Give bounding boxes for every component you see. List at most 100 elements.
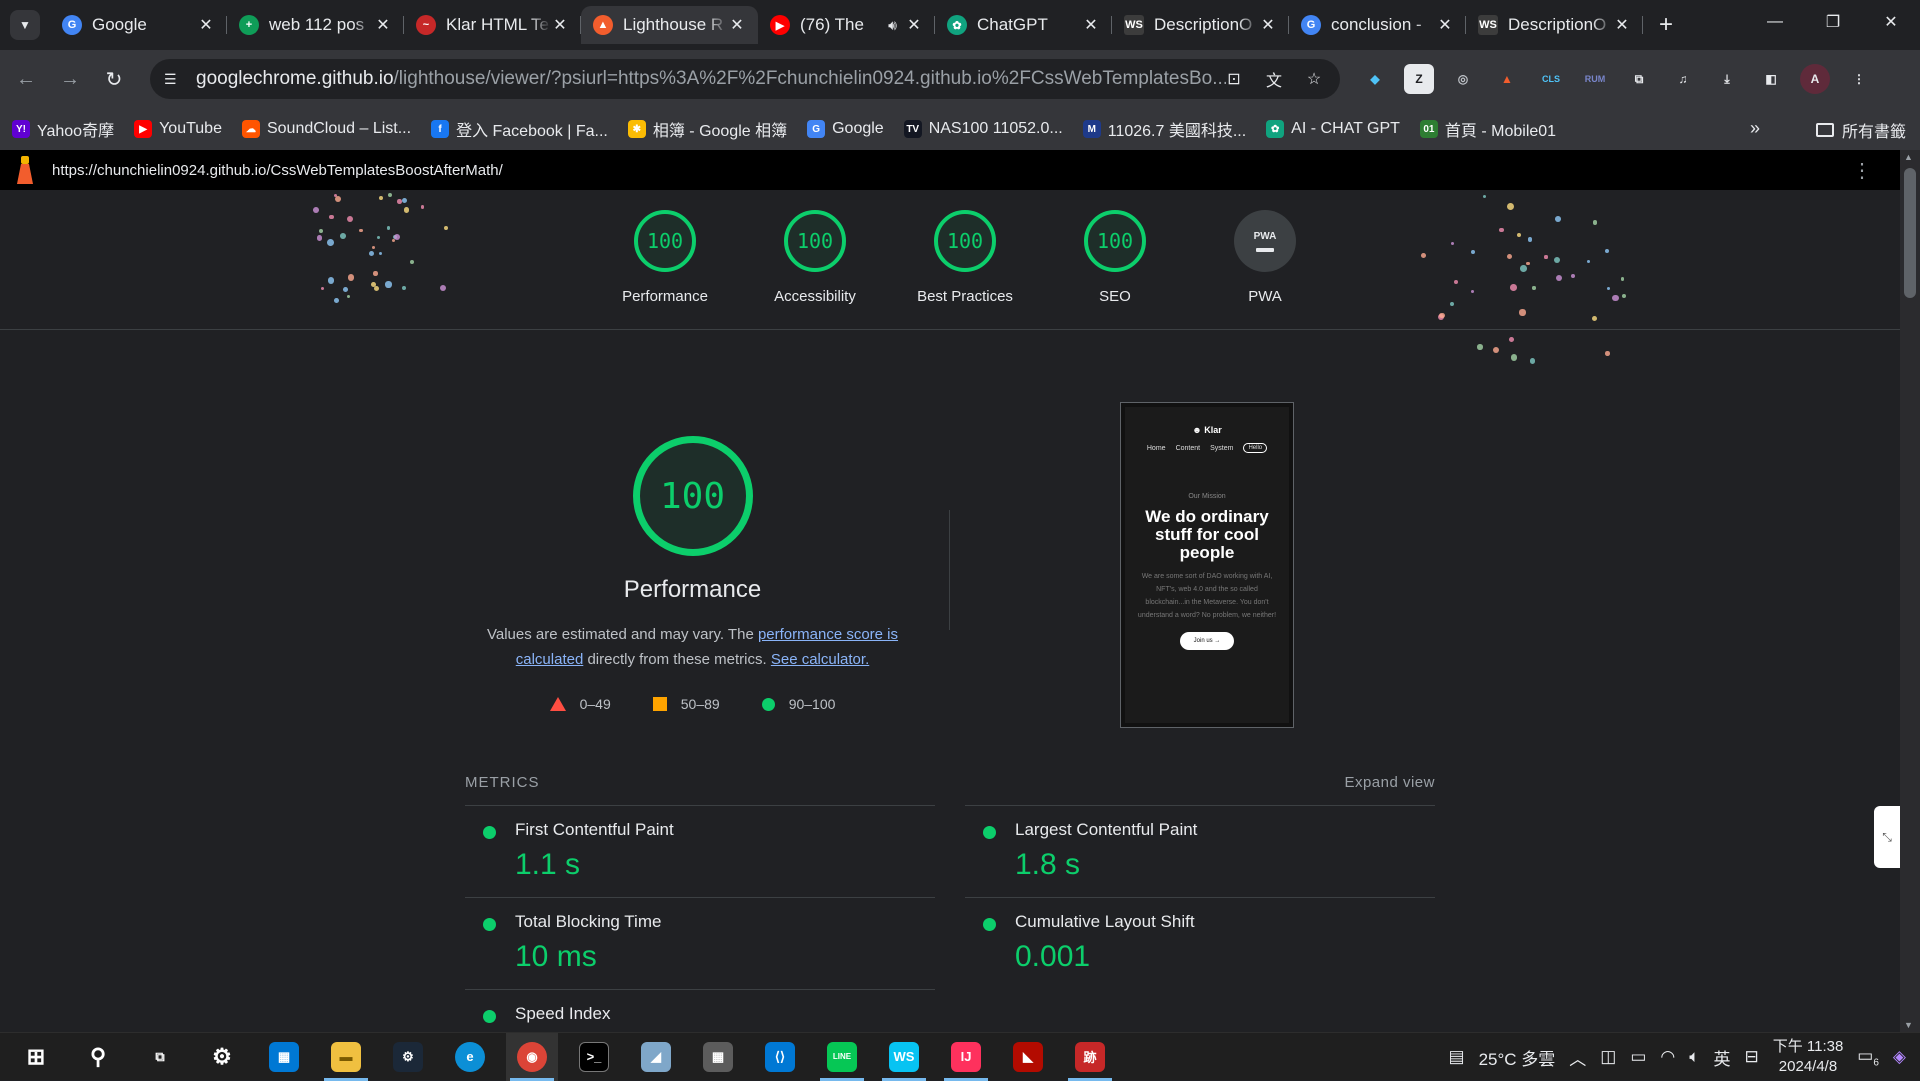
browser-tab[interactable]: GGoogle✕ xyxy=(50,6,227,44)
bookmark-item[interactable]: 01首頁 - Mobile01 xyxy=(1420,117,1556,141)
taskbar-line[interactable]: LINE xyxy=(816,1033,868,1081)
final-screenshot[interactable]: ☻ Klar Home Content System Hello Our Mis… xyxy=(1120,402,1294,728)
close-tab-icon[interactable]: ✕ xyxy=(551,15,569,35)
speaker-icon[interactable]: 🔊︎ xyxy=(888,17,897,34)
extension-rum-icon[interactable]: RUM xyxy=(1580,64,1610,94)
ime-mode-icon[interactable]: ⊟ xyxy=(1744,1047,1758,1067)
taskbar-vscode[interactable]: ⟨⟩ xyxy=(754,1033,806,1081)
performance-gauge[interactable]: 100 xyxy=(633,436,753,556)
search-button[interactable]: ⚲ xyxy=(72,1033,124,1081)
browser-tab[interactable]: ▶(76) The🔊︎✕ xyxy=(758,6,935,44)
tab-search-button[interactable]: ▼ xyxy=(10,10,40,40)
scroll-up-icon[interactable]: ▲ xyxy=(1904,152,1913,162)
translate-icon[interactable]: 文 xyxy=(1262,67,1286,91)
downloads-icon[interactable]: ⤓ xyxy=(1712,64,1742,94)
taskbar-intellij[interactable]: IJ xyxy=(940,1033,992,1081)
address-bar[interactable]: ☰ googlechrome.github.io/lighthouse/view… xyxy=(150,59,1340,99)
browser-tab[interactable]: ▲Lighthouse R✕ xyxy=(581,6,758,44)
new-tab-button[interactable]: + xyxy=(1651,10,1681,40)
browser-tab[interactable]: ~Klar HTML Te✕ xyxy=(404,6,581,44)
close-tab-icon[interactable]: ✕ xyxy=(905,15,923,35)
extension-diamond-icon[interactable]: ◆ xyxy=(1360,64,1390,94)
browser-tab[interactable]: ✿ChatGPT✕ xyxy=(935,6,1112,44)
weather-text[interactable]: 25°C 多雲 xyxy=(1479,1045,1556,1070)
volume-icon[interactable]: 🔈︎ xyxy=(1689,1047,1699,1067)
bookmark-item[interactable]: TVNAS100 11052.0... xyxy=(904,117,1063,141)
start-button[interactable]: ⊞ xyxy=(10,1033,62,1081)
task-view-button[interactable]: ⧉ xyxy=(134,1033,186,1081)
extension-cls-icon[interactable]: CLS xyxy=(1536,64,1566,94)
notification-center-icon[interactable]: ▭6 xyxy=(1857,1046,1879,1068)
restore-icon[interactable]: ❐ xyxy=(1804,0,1862,44)
report-menu-icon[interactable]: ⋮ xyxy=(1852,158,1872,183)
browser-tab[interactable]: Gconclusion -✕ xyxy=(1289,6,1466,44)
close-tab-icon[interactable]: ✕ xyxy=(1613,15,1631,35)
taskbar-pdf[interactable]: ◣ xyxy=(1002,1033,1054,1081)
browser-tab[interactable]: WSDescriptionO✕ xyxy=(1112,6,1289,44)
taskbar-chrome[interactable]: ◉ xyxy=(506,1033,558,1081)
taskbar-calculator[interactable]: ▦ xyxy=(692,1033,744,1081)
side-panel-tab[interactable]: ⤡ xyxy=(1874,806,1900,868)
bookmark-item[interactable]: ▶YouTube xyxy=(134,117,222,141)
page-scrollbar[interactable]: ▲ ▼ xyxy=(1900,150,1920,1032)
close-tab-icon[interactable]: ✕ xyxy=(374,15,392,35)
see-calculator-link[interactable]: See calculator. xyxy=(771,651,869,668)
bookmark-item[interactable]: GGoogle xyxy=(807,117,884,141)
extensions-puzzle-icon[interactable]: ⧉ xyxy=(1624,64,1654,94)
taskbar-notes[interactable]: ◢ xyxy=(630,1033,682,1081)
close-window-icon[interactable]: ✕ xyxy=(1862,0,1920,44)
side-panel-icon[interactable]: ◧ xyxy=(1756,64,1786,94)
wifi-icon[interactable]: ◠ xyxy=(1660,1047,1675,1067)
widgets-icon[interactable]: ▤ xyxy=(1449,1047,1465,1067)
taskbar-webstorm[interactable]: WS xyxy=(878,1033,930,1081)
minimize-icon[interactable]: — xyxy=(1746,0,1804,44)
close-tab-icon[interactable]: ✕ xyxy=(1436,15,1454,35)
bookmark-item[interactable]: ✿AI - CHAT GPT xyxy=(1266,117,1400,141)
site-info-icon[interactable]: ☰ xyxy=(164,71,184,88)
install-app-icon[interactable]: ⊡ xyxy=(1222,67,1246,91)
close-tab-icon[interactable]: ✕ xyxy=(1259,15,1277,35)
bookmark-star-icon[interactable]: ☆ xyxy=(1302,67,1326,91)
forward-button[interactable]: → xyxy=(52,61,88,97)
close-tab-icon[interactable]: ✕ xyxy=(197,15,215,35)
taskbar-explorer[interactable]: ▬ xyxy=(320,1033,372,1081)
bookmarks-overflow-icon[interactable]: » xyxy=(1750,118,1760,139)
chevron-up-icon[interactable]: ︿ xyxy=(1569,1045,1586,1070)
reload-button[interactable]: ↻ xyxy=(96,61,132,97)
taskbar-store[interactable]: ▦ xyxy=(258,1033,310,1081)
pwa-gauge[interactable]: PWAPWA xyxy=(1190,210,1340,305)
taskbar-steam[interactable]: ⚙ xyxy=(382,1033,434,1081)
close-tab-icon[interactable]: ✕ xyxy=(1082,15,1100,35)
close-tab-icon[interactable]: ✕ xyxy=(728,15,746,35)
bookmark-item[interactable]: M11026.7 美國科技... xyxy=(1083,117,1246,141)
category-gauge[interactable]: 100Best Practices xyxy=(890,210,1040,305)
browser-tab[interactable]: +web 112 pos✕ xyxy=(227,6,404,44)
category-gauge[interactable]: 100Performance xyxy=(590,210,740,305)
copilot-icon[interactable]: ◈ xyxy=(1893,1047,1906,1067)
taskbar-edge[interactable]: e xyxy=(444,1033,496,1081)
category-gauge[interactable]: 100Accessibility xyxy=(740,210,890,305)
camera-icon[interactable]: ◫ xyxy=(1600,1047,1616,1067)
category-gauge[interactable]: 100SEO xyxy=(1040,210,1190,305)
bookmark-item[interactable]: Y!Yahoo奇摩 xyxy=(12,117,114,141)
scroll-thumb[interactable] xyxy=(1904,168,1916,298)
browser-tab[interactable]: WSDescriptionO✕ xyxy=(1466,6,1643,44)
extension-seo-icon[interactable]: ◎ xyxy=(1448,64,1478,94)
scroll-down-icon[interactable]: ▼ xyxy=(1904,1020,1913,1030)
media-controls-icon[interactable]: ♫ xyxy=(1668,64,1698,94)
taskbar-terminal[interactable]: >_ xyxy=(568,1033,620,1081)
taskbar-settings[interactable]: ⚙ xyxy=(196,1033,248,1081)
extension-lighthouse-icon[interactable]: ▲ xyxy=(1492,64,1522,94)
bookmark-item[interactable]: ☁SoundCloud – List... xyxy=(242,117,411,141)
ime-indicator[interactable]: 英 xyxy=(1713,1045,1730,1070)
back-button[interactable]: ← xyxy=(8,61,44,97)
bookmark-item[interactable]: f登入 Facebook | Fa... xyxy=(431,117,608,141)
bookmark-item[interactable]: ✱相簿 - Google 相簿 xyxy=(628,117,787,141)
battery-icon[interactable]: ▭ xyxy=(1630,1047,1646,1067)
profile-avatar[interactable]: A xyxy=(1800,64,1830,94)
extension-zotero-icon[interactable]: Z xyxy=(1404,64,1434,94)
expand-view-toggle[interactable]: Expand view xyxy=(1344,774,1435,791)
all-bookmarks-button[interactable]: 所有書籤 xyxy=(1816,118,1906,142)
url-text[interactable]: googlechrome.github.io/lighthouse/viewer… xyxy=(196,68,1226,90)
kebab-menu-icon[interactable]: ⋮ xyxy=(1844,64,1874,94)
